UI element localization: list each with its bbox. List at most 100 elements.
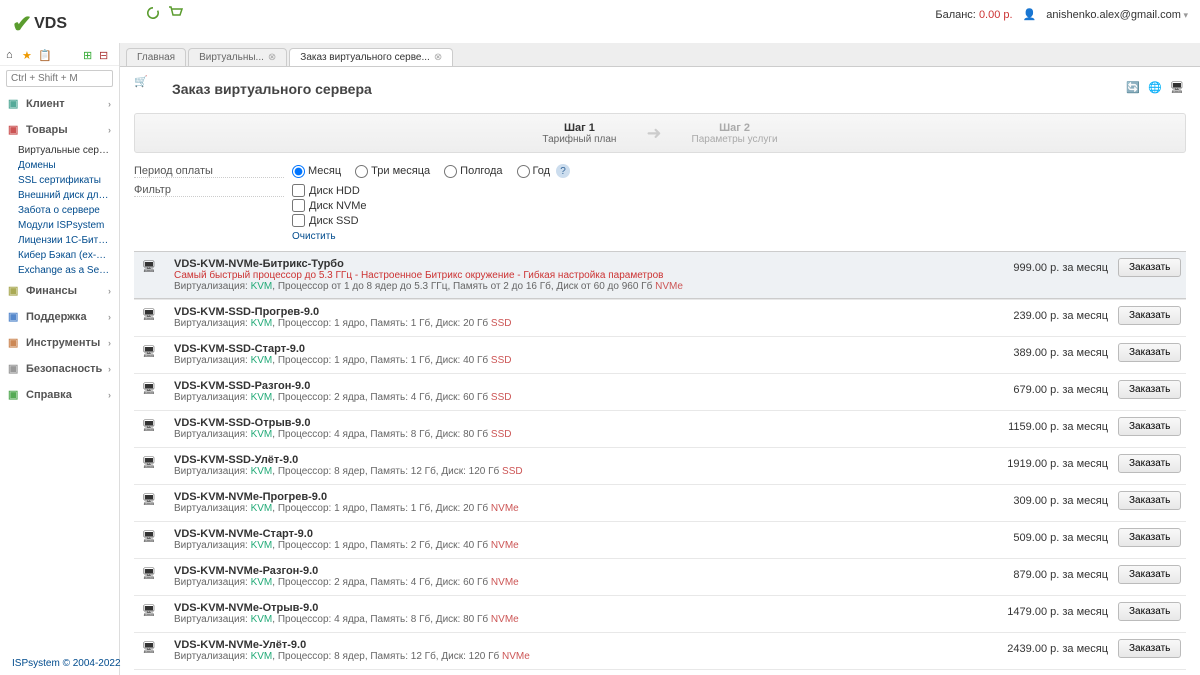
period-radio[interactable]: Месяц — [292, 165, 341, 178]
plan-row[interactable]: 🖥 VDS-KVM-SSD-Разгон-9.0 Виртуализация: … — [134, 373, 1186, 410]
step-1[interactable]: Шаг 1 Тарифный план — [542, 122, 616, 145]
plan-name: VDS-KVM-NVMe-Отрыв-9.0 — [174, 602, 948, 614]
order-button[interactable]: Заказать — [1118, 417, 1181, 436]
plan-price: 2439.00 р. за месяц — [958, 639, 1108, 655]
plan-row[interactable]: 🖥 VDS-KVM-NVMe-Прогрев-9.0 Виртуализация… — [134, 484, 1186, 521]
order-button[interactable]: Заказать — [1118, 306, 1181, 325]
plan-icon: 🖥 — [142, 260, 164, 282]
tab[interactable]: Заказ виртуального серве...⊗ — [289, 48, 453, 66]
plan-row[interactable]: 🖥 VDS-KVM-NVMe-Битрикс-Турбо Самый быстр… — [134, 251, 1186, 299]
sidebar-section-Клиент[interactable]: ▣Клиент — [0, 91, 119, 117]
page-title: Заказ виртуального сервера — [172, 81, 372, 97]
close-icon[interactable]: ⊗ — [268, 52, 276, 63]
order-button[interactable]: Заказать — [1118, 528, 1181, 547]
plan-specs: Виртуализация: KVM, Процессор: 4 ядра, П… — [174, 614, 948, 625]
person-icon: ▣ — [8, 97, 22, 111]
order-button[interactable]: Заказать — [1118, 343, 1181, 362]
sidebar-item[interactable]: Забота о сервере — [0, 203, 119, 218]
plan-icon: 🖥 — [142, 604, 164, 626]
sidebar-search-input[interactable] — [6, 70, 113, 87]
plan-price: 1919.00 р. за месяц — [958, 454, 1108, 470]
plan-row[interactable]: 🖥 VDS-KVM-SSD-Старт-9.0 Виртуализация: K… — [134, 336, 1186, 373]
order-button[interactable]: Заказать — [1118, 565, 1181, 584]
plan-specs: Виртуализация: KVM, Процессор: 2 ядра, П… — [174, 577, 948, 588]
plan-icon: 🖥 — [142, 530, 164, 552]
sidebar-section-Безопасность[interactable]: ▣Безопасность — [0, 356, 119, 382]
sidebar-item[interactable]: Модули ISPsystem — [0, 218, 119, 233]
sidebar-section-Справка[interactable]: ▣Справка — [0, 382, 119, 408]
disk-checkbox[interactable]: Диск HDD — [292, 184, 367, 197]
help-icon: ▣ — [8, 388, 22, 402]
wizard-steps: Шаг 1 Тарифный план ➜ Шаг 2 Параметры ус… — [134, 113, 1186, 153]
sidebar-section-Товары[interactable]: ▣Товары — [0, 117, 119, 143]
order-button[interactable]: Заказать — [1118, 454, 1181, 473]
plan-row[interactable]: 🖥 VDS-KVM-NVMe-Улёт-9.0 Виртуализация: K… — [134, 632, 1186, 669]
order-button[interactable]: Заказать — [1118, 639, 1181, 658]
plan-row[interactable]: 🖥 VDS-KVM-SSD-Прогрев-9.0 Виртуализация:… — [134, 299, 1186, 336]
sidebar-item[interactable]: SSL сертификаты — [0, 173, 119, 188]
period-radio[interactable]: Год — [517, 165, 551, 178]
plan-price: 1159.00 р. за месяц — [958, 417, 1108, 433]
order-button[interactable]: Заказать — [1118, 258, 1181, 277]
sidebar-section-Финансы[interactable]: ▣Финансы — [0, 278, 119, 304]
tab[interactable]: Главная — [126, 48, 186, 66]
refresh-icon[interactable] — [144, 4, 162, 22]
plan-icon: 🖥 — [142, 567, 164, 589]
period-radio[interactable]: Полгода — [444, 165, 502, 178]
tools-icon: ▣ — [8, 336, 22, 350]
plan-icon: 🖥 — [142, 456, 164, 478]
arrow-right-icon: ➜ — [646, 123, 661, 144]
balance-label: Баланс: 0.00 р. — [935, 9, 1012, 21]
plan-price: 239.00 р. за месяц — [958, 306, 1108, 322]
plan-row[interactable]: 🖥 VDS-KVM-SSD-Отрыв-9.0 Виртуализация: K… — [134, 410, 1186, 447]
plan-row[interactable]: 🖥 VDS-KVM-NVMe-Разгон-9.0 Виртуализация:… — [134, 558, 1186, 595]
plan-price: 389.00 р. за месяц — [958, 343, 1108, 359]
star-icon[interactable]: ★ — [22, 49, 36, 63]
close-icon[interactable]: ⊗ — [434, 52, 442, 63]
sidebar-section-Поддержка[interactable]: ▣Поддержка — [0, 304, 119, 330]
sidebar-section-Инструменты[interactable]: ▣Инструменты — [0, 330, 119, 356]
sidebar-item[interactable]: Exchange as a Service — [0, 263, 119, 278]
sidebar-item[interactable]: Внешний диск для бэ... — [0, 188, 119, 203]
plan-price: 309.00 р. за месяц — [958, 491, 1108, 507]
plan-price: 1479.00 р. за месяц — [958, 602, 1108, 618]
clear-filter-link[interactable]: Очистить — [292, 231, 367, 242]
home-icon[interactable]: ⌂ — [6, 49, 20, 63]
monitor-icon[interactable]: 🖥 — [1170, 81, 1186, 97]
logo-text: VDS — [34, 15, 67, 33]
sidebar-item[interactable]: Виртуальные серверы — [0, 143, 119, 158]
plan-name: VDS-KVM-SSD-Прогрев-9.0 — [174, 306, 948, 318]
disk-checkbox[interactable]: Диск SSD — [292, 214, 367, 227]
sidebar-item[interactable]: Лицензии 1С-Битрикс — [0, 233, 119, 248]
tab[interactable]: Виртуальны...⊗ — [188, 48, 287, 66]
plan-row[interactable]: 🖥 VDS-KVM-NVMe-Старт-9.0 Виртуализация: … — [134, 521, 1186, 558]
cart-icon: ▣ — [8, 123, 22, 137]
plan-tagline: Самый быстрый процессор до 5.3 ГГц - Нас… — [174, 270, 948, 281]
step-2[interactable]: Шаг 2 Параметры услуги — [692, 122, 778, 145]
globe-icon[interactable]: 🌐 — [1148, 81, 1164, 97]
tab-bar: ГлавнаяВиртуальны...⊗Заказ виртуального … — [120, 43, 1200, 67]
sidebar-item[interactable]: Кибер Бэкап (ex-Acro... — [0, 248, 119, 263]
user-dropdown[interactable]: anishenko.alex@gmail.com — [1046, 9, 1188, 21]
sidebar-item[interactable]: Домены — [0, 158, 119, 173]
period-radio[interactable]: Три месяца — [355, 165, 430, 178]
order-button[interactable]: Заказать — [1118, 380, 1181, 399]
collapse-icon[interactable]: ⊟ — [99, 49, 113, 63]
order-button[interactable]: Заказать — [1118, 602, 1181, 621]
clipboard-icon[interactable]: 📋 — [38, 49, 52, 63]
plan-specs: Виртуализация: KVM, Процессор: 8 ядер, П… — [174, 466, 948, 477]
plan-icon: 🖥 — [142, 493, 164, 515]
plan-specs: Виртуализация: KVM, Процессор: 1 ядро, П… — [174, 503, 948, 514]
plan-row[interactable]: 🖥 VDS-KVM-NVMe-Отрыв-9.0 Виртуализация: … — [134, 595, 1186, 632]
plan-row[interactable]: 🖥 VDS-KVM-HDD-Storage Сервер для хранени… — [134, 669, 1186, 675]
help-icon[interactable]: ? — [556, 164, 570, 178]
logo: ✔VDS — [12, 4, 132, 44]
plan-price: 509.00 р. за месяц — [958, 528, 1108, 544]
plan-row[interactable]: 🖥 VDS-KVM-SSD-Улёт-9.0 Виртуализация: KV… — [134, 447, 1186, 484]
reload-icon[interactable]: 🔄 — [1126, 81, 1142, 97]
expand-icon[interactable]: ⊞ — [83, 49, 97, 63]
disk-checkbox[interactable]: Диск NVMe — [292, 199, 367, 212]
plan-specs: Виртуализация: KVM, Процессор: 2 ядра, П… — [174, 392, 948, 403]
cart-icon[interactable] — [166, 4, 184, 22]
order-button[interactable]: Заказать — [1118, 491, 1181, 510]
